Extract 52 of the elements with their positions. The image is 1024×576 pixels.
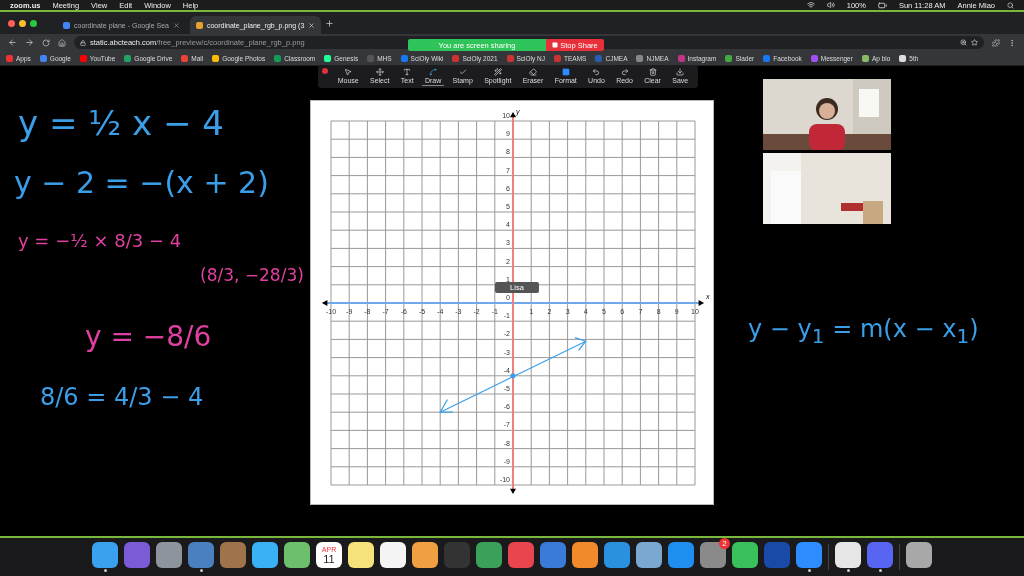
dock-app-icon[interactable]	[636, 542, 662, 568]
handwritten-text: y = −½ × 8/3 − 4	[18, 230, 182, 251]
undo-icon	[592, 68, 601, 76]
dock-app-icon[interactable]	[92, 542, 118, 568]
redo-icon	[620, 68, 629, 76]
volume-icon[interactable]	[826, 1, 835, 9]
new-tab-icon[interactable]	[325, 18, 335, 28]
download-icon	[676, 68, 685, 76]
dock-app-icon[interactable]	[906, 542, 932, 568]
forward-icon[interactable]	[25, 38, 34, 47]
trash-icon	[648, 68, 657, 76]
eraser-icon	[529, 68, 537, 76]
favicon-icon	[195, 21, 203, 29]
square-icon	[561, 68, 570, 76]
wifi-icon[interactable]	[806, 1, 815, 9]
notification-count: 2	[719, 538, 730, 549]
squiggle-icon	[429, 68, 438, 76]
dock-app-icon[interactable]	[284, 542, 310, 568]
handwritten-text: 8/6 = 4/3 − 4	[40, 383, 204, 411]
home-icon[interactable]	[58, 38, 66, 47]
close-button[interactable]	[322, 68, 328, 74]
handwritten-text: (8/3, −28/3)	[200, 265, 304, 285]
back-icon[interactable]	[8, 38, 17, 47]
check-icon	[458, 68, 467, 76]
handwritten-text: y − 2 = −(x + 2)	[14, 165, 269, 200]
battery-icon[interactable]	[877, 0, 887, 10]
text-icon	[403, 68, 412, 76]
wand-icon	[493, 68, 502, 76]
handwritten-text: y = −8/6	[85, 320, 212, 353]
move-icon	[375, 68, 384, 76]
minimize-window-button[interactable]	[19, 19, 26, 27]
close-icon[interactable]	[172, 21, 180, 29]
handwritten-text: y − y$_{1}$ = m(x − x$_{1}$)	[748, 315, 979, 348]
handwritten-text: y = ½ x − 4	[18, 103, 224, 143]
stop-icon	[552, 42, 559, 48]
menu-icon[interactable]	[1008, 38, 1016, 47]
dock-app-icon[interactable]	[348, 542, 374, 568]
zoom-window-button[interactable]	[30, 19, 37, 27]
dock-app-icon[interactable]	[572, 542, 598, 568]
dock-app-icon[interactable]	[380, 542, 406, 568]
dock-app-icon[interactable]	[732, 542, 758, 568]
dock-app-icon[interactable]	[835, 542, 861, 568]
extensions-icon[interactable]	[992, 38, 1000, 47]
reload-icon[interactable]	[42, 38, 50, 47]
close-icon[interactable]	[308, 21, 316, 29]
search-icon[interactable]	[1007, 1, 1014, 9]
dock-app-icon[interactable]	[412, 542, 438, 568]
dock-app-icon[interactable]	[252, 542, 278, 568]
dock-app-icon[interactable]	[156, 542, 182, 568]
close-window-button[interactable]	[8, 19, 15, 27]
favicon-icon	[63, 21, 70, 29]
pointer-icon	[344, 68, 353, 76]
